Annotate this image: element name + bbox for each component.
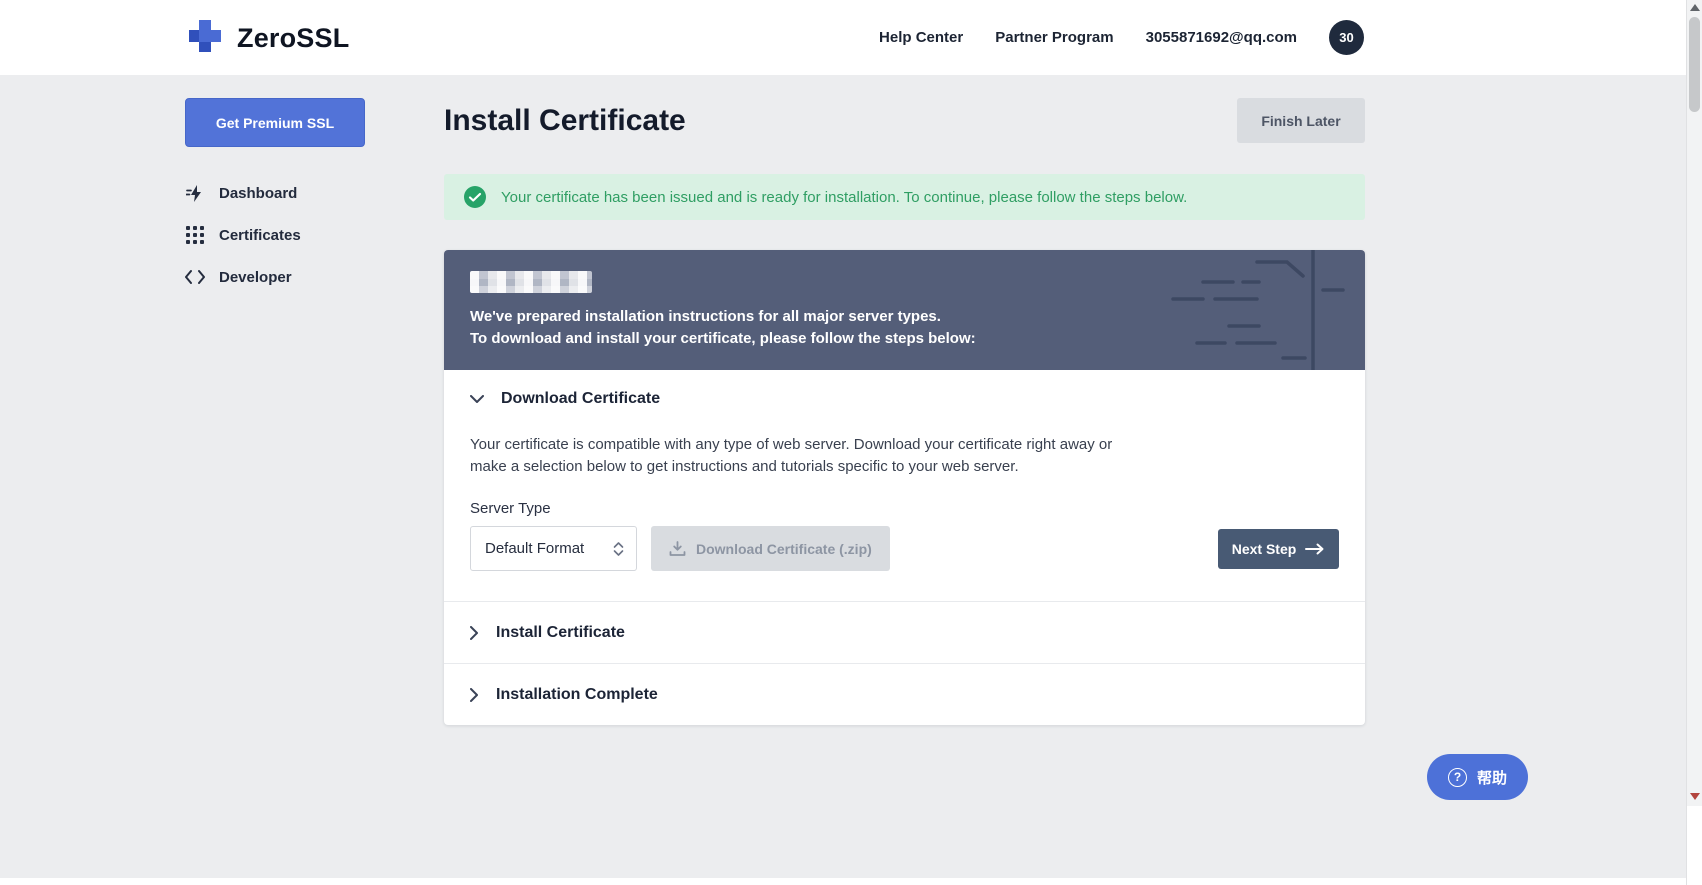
chevron-right-icon xyxy=(470,626,479,640)
chevron-down-icon xyxy=(470,395,484,404)
accordion-installation-complete[interactable]: Installation Complete xyxy=(444,663,1365,725)
sidebar: Get Premium SSL Dashboard xyxy=(185,98,365,298)
zerossl-plus-icon xyxy=(185,16,225,61)
accordion-title: Download Certificate xyxy=(501,390,660,408)
header-nav: Help Center Partner Program 3055871692@q… xyxy=(879,0,1364,75)
sidebar-item-label: Dashboard xyxy=(219,185,297,202)
sidebar-item-label: Developer xyxy=(219,269,292,286)
scrollbar-thumb[interactable] xyxy=(1689,17,1700,112)
finish-later-button[interactable]: Finish Later xyxy=(1237,98,1365,143)
main-content: Install Certificate Finish Later Your ce… xyxy=(444,98,1365,725)
zerossl-logo[interactable]: ZeroSSL xyxy=(185,16,349,61)
success-message: Your certificate has been issued and is … xyxy=(501,189,1187,206)
window-bottom-edge xyxy=(0,878,1686,885)
chevron-right-icon xyxy=(470,688,479,702)
account-email[interactable]: 3055871692@qq.com xyxy=(1146,29,1297,46)
server-type-label: Server Type xyxy=(470,500,1339,517)
brand-name: ZeroSSL xyxy=(237,23,349,54)
accordion-download-certificate[interactable]: Download Certificate xyxy=(444,370,1365,428)
redacted-domain xyxy=(470,271,592,293)
sidebar-item-dashboard[interactable]: Dashboard xyxy=(185,172,365,214)
sidebar-item-certificates[interactable]: Certificates xyxy=(185,214,365,256)
top-header: ZeroSSL Help Center Partner Program 3055… xyxy=(0,0,1702,75)
help-button-label: 帮助 xyxy=(1477,767,1507,788)
card-hero: We've prepared installation instructions… xyxy=(444,250,1365,370)
scroll-up-arrow-icon[interactable] xyxy=(1690,4,1700,11)
get-premium-ssl-button[interactable]: Get Premium SSL xyxy=(185,98,365,147)
accordion-title: Installation Complete xyxy=(496,686,658,704)
help-center-link[interactable]: Help Center xyxy=(879,29,963,46)
download-icon xyxy=(669,541,686,557)
accordion-install-certificate[interactable]: Install Certificate xyxy=(444,601,1365,663)
vertical-scrollbar[interactable] xyxy=(1686,0,1702,885)
scrollbar-corner xyxy=(1687,806,1702,885)
certificates-grid-icon xyxy=(185,226,205,244)
help-button[interactable]: 帮助 xyxy=(1427,754,1528,800)
download-certificate-button[interactable]: Download Certificate (.zip) xyxy=(651,526,890,571)
sidebar-item-label: Certificates xyxy=(219,227,301,244)
accordion-title: Install Certificate xyxy=(496,624,625,642)
sidebar-nav: Dashboard Certificates D xyxy=(185,172,365,298)
partner-program-link[interactable]: Partner Program xyxy=(995,29,1113,46)
server-type-value: Default Format xyxy=(485,540,584,557)
page-title: Install Certificate xyxy=(444,98,686,143)
circuit-decoration xyxy=(1145,250,1355,370)
download-description: Your certificate is compatible with any … xyxy=(470,434,1128,477)
check-circle-icon xyxy=(464,186,486,208)
next-step-button[interactable]: Next Step xyxy=(1218,529,1339,569)
download-button-label: Download Certificate (.zip) xyxy=(696,541,872,557)
select-chevrons-icon xyxy=(613,541,624,557)
server-type-select[interactable]: Default Format xyxy=(470,526,637,571)
developer-code-icon xyxy=(185,269,205,285)
install-card: We've prepared installation instructions… xyxy=(444,250,1365,725)
dashboard-lightning-icon xyxy=(185,184,205,203)
scroll-down-arrow-icon[interactable] xyxy=(1690,793,1700,800)
question-mark-icon xyxy=(1448,768,1467,787)
success-banner: Your certificate has been issued and is … xyxy=(444,174,1365,220)
title-row: Install Certificate Finish Later xyxy=(444,98,1365,145)
next-step-label: Next Step xyxy=(1232,541,1297,557)
arrow-right-icon xyxy=(1305,543,1325,555)
account-count-badge[interactable]: 30 xyxy=(1329,20,1364,55)
sidebar-item-developer[interactable]: Developer xyxy=(185,256,365,298)
zerossl-app: ZeroSSL Help Center Partner Program 3055… xyxy=(0,0,1702,885)
download-step-body: Your certificate is compatible with any … xyxy=(444,434,1365,601)
download-controls: Default Format xyxy=(470,526,1339,571)
